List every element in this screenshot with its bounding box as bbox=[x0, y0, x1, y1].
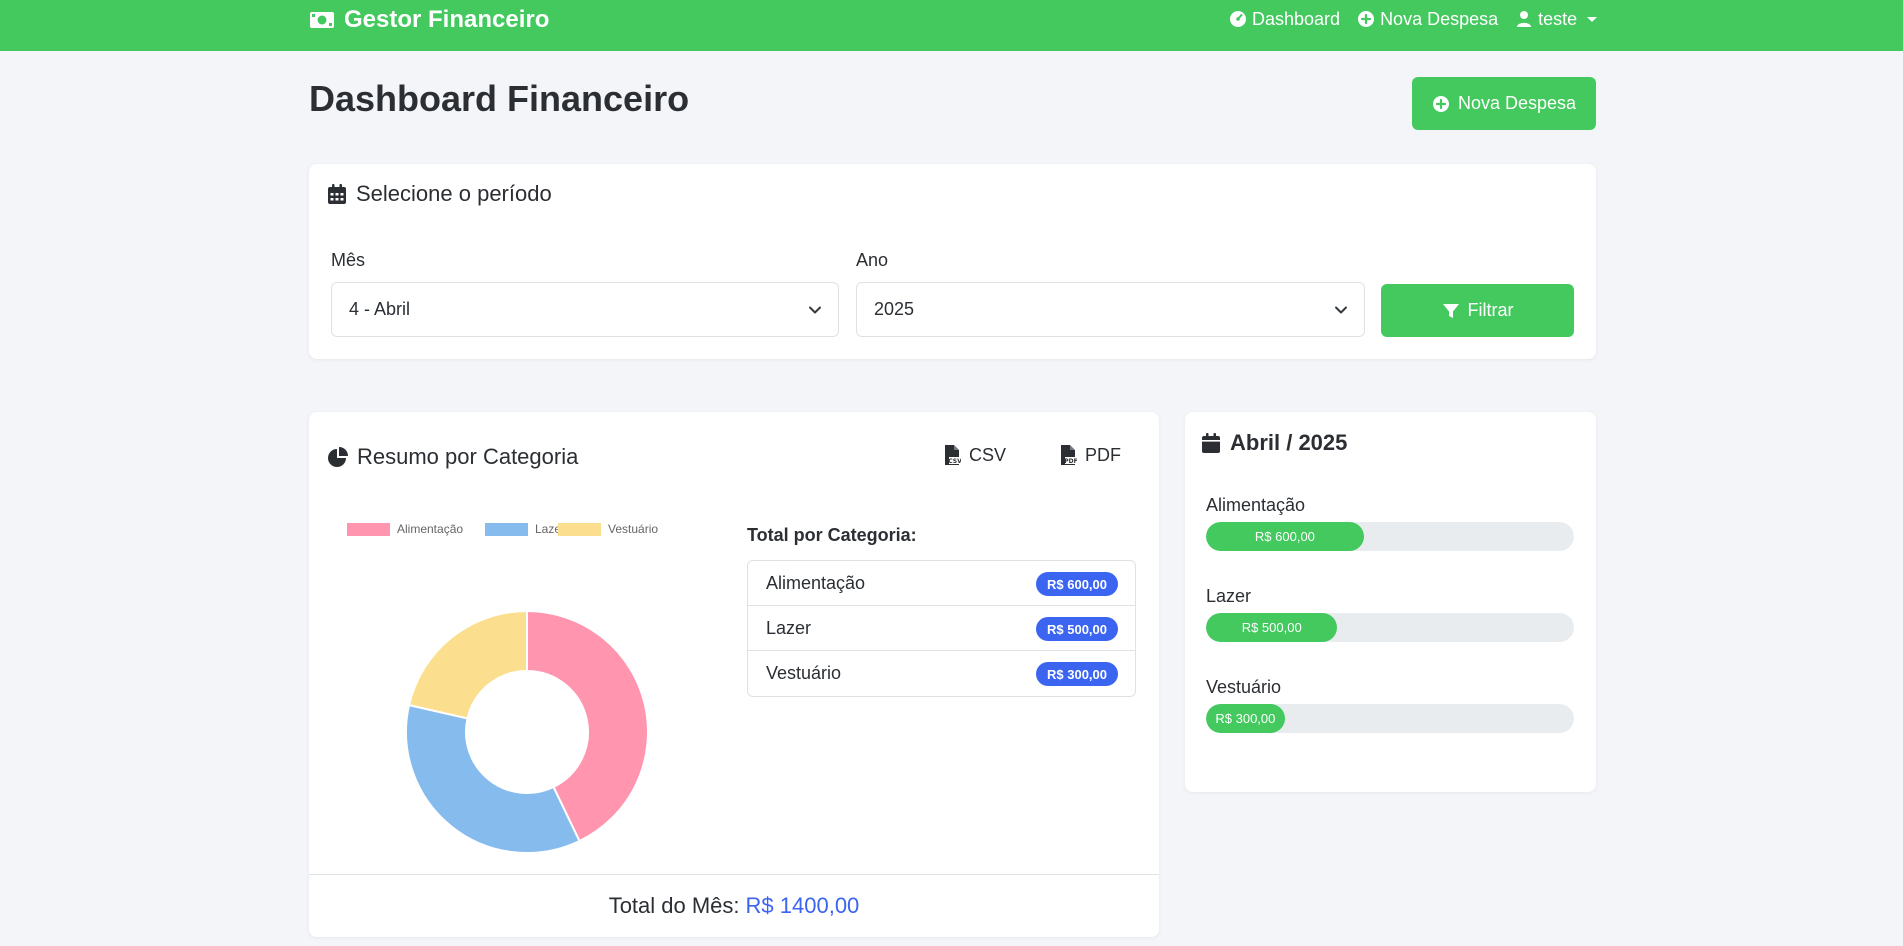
pie-chart-icon bbox=[328, 447, 348, 467]
brand[interactable]: Gestor Financeiro bbox=[309, 4, 549, 36]
legend-label: Alimentação bbox=[397, 522, 464, 536]
list-item-badge: R$ 600,00 bbox=[1036, 572, 1118, 596]
category-name: Alimentação bbox=[1206, 495, 1306, 515]
nav-dashboard-label: Dashboard bbox=[1252, 8, 1341, 29]
chevron-down-icon bbox=[1335, 306, 1347, 314]
list-item-name: Alimentação bbox=[766, 572, 866, 593]
new-expense-button[interactable]: Nova Despesa bbox=[1412, 77, 1596, 130]
svg-text:CSV: CSV bbox=[948, 458, 961, 465]
filter-button-label: Filtrar bbox=[1467, 300, 1514, 320]
donut-slice-3[interactable] bbox=[407, 609, 528, 720]
calendar-icon bbox=[328, 184, 346, 204]
month-summary-header: Abril / 2025 bbox=[1200, 430, 1347, 456]
year-label: Ano bbox=[856, 250, 889, 270]
export-pdf-button[interactable]: PDF PDF bbox=[1059, 444, 1121, 466]
summary-card-title: Resumo por Categoria bbox=[357, 444, 579, 469]
chart-legend: Alimentação Lazer Vestuário bbox=[339, 522, 709, 542]
total-value: R$ 1400,00 bbox=[745, 893, 860, 918]
csv-file-icon: CSV bbox=[945, 445, 961, 465]
progress-fill: R$ 600,00 bbox=[1206, 522, 1364, 551]
filter-button[interactable]: Filtrar bbox=[1381, 284, 1574, 337]
period-card: Selecione o período Mês 4 - Abril Ano 20… bbox=[309, 164, 1596, 359]
month-label: Mês bbox=[331, 250, 366, 270]
period-card-header: Selecione o período bbox=[326, 181, 552, 207]
month-summary-card: Abril / 2025 Alimentação R$ 600,00 Lazer… bbox=[1185, 412, 1596, 792]
list-item-badge: R$ 500,00 bbox=[1036, 617, 1118, 641]
top-navbar: Gestor Financeiro Dashboard Nova Despesa… bbox=[0, 0, 1903, 51]
legend-item[interactable]: Lazer bbox=[485, 522, 565, 536]
legend-item[interactable]: Alimentação bbox=[347, 522, 463, 536]
category-progress-row: Alimentação R$ 600,00 bbox=[1206, 495, 1574, 551]
user-icon bbox=[1517, 11, 1532, 27]
filter-icon bbox=[1442, 303, 1459, 318]
progress-bar: R$ 500,00 bbox=[1206, 613, 1574, 642]
legend-label: Vestuário bbox=[608, 522, 659, 536]
summary-card-footer: Total do Mês: R$ 1400,00 bbox=[309, 874, 1159, 937]
nav-new-expense-label: Nova Despesa bbox=[1380, 8, 1499, 29]
donut-svg bbox=[405, 609, 649, 854]
category-progress-row: Lazer R$ 500,00 bbox=[1206, 586, 1574, 642]
gauge-icon bbox=[1230, 11, 1246, 27]
list-item: Alimentação R$ 600,00 bbox=[748, 561, 1135, 606]
svg-text:PDF: PDF bbox=[1064, 458, 1077, 465]
month-select[interactable]: 4 - Abril bbox=[331, 282, 839, 337]
category-list: Alimentação R$ 600,00 Lazer R$ 500,00 Ve… bbox=[747, 560, 1136, 697]
legend-swatch bbox=[347, 522, 390, 536]
nav-new-expense[interactable]: Nova Despesa bbox=[1357, 9, 1498, 30]
nav-dashboard[interactable]: Dashboard bbox=[1229, 9, 1340, 30]
list-item-name: Lazer bbox=[766, 617, 812, 638]
caret-down-icon bbox=[1587, 16, 1598, 22]
total-label: Total do Mês: bbox=[608, 893, 740, 918]
progress-bar: R$ 600,00 bbox=[1206, 522, 1574, 551]
export-pdf-label: PDF bbox=[1085, 444, 1121, 465]
period-card-title: Selecione o período bbox=[356, 181, 552, 206]
month-summary-title: Abril / 2025 bbox=[1230, 430, 1348, 455]
year-select[interactable]: 2025 bbox=[856, 282, 1365, 337]
list-item-badge: R$ 300,00 bbox=[1036, 662, 1118, 686]
brand-name: Gestor Financeiro bbox=[344, 6, 550, 33]
legend-swatch bbox=[558, 522, 601, 536]
donut-slice-2[interactable] bbox=[405, 703, 581, 854]
export-csv-button[interactable]: CSV CSV bbox=[943, 444, 1006, 466]
list-item: Lazer R$ 500,00 bbox=[748, 606, 1135, 651]
summary-card: Resumo por Categoria CSV CSV PDF PDF Ali… bbox=[309, 412, 1159, 937]
calendar-icon bbox=[1202, 433, 1220, 453]
category-list-title: Total por Categoria: bbox=[747, 525, 917, 545]
money-bill-icon bbox=[310, 12, 334, 28]
month-select-value: 4 - Abril bbox=[349, 299, 411, 319]
legend-swatch bbox=[485, 522, 528, 536]
category-progress-row: Vestuário R$ 300,00 bbox=[1206, 677, 1574, 733]
legend-item[interactable]: Vestuário bbox=[558, 522, 658, 536]
category-name: Lazer bbox=[1206, 586, 1252, 606]
progress-fill: R$ 500,00 bbox=[1206, 613, 1338, 642]
category-name: Vestuário bbox=[1206, 677, 1282, 697]
nav-links: Dashboard Nova Despesa teste bbox=[1229, 4, 1598, 34]
chevron-down-icon bbox=[809, 306, 821, 314]
plus-circle-icon bbox=[1432, 95, 1449, 112]
user-menu[interactable]: teste bbox=[1515, 8, 1598, 30]
pdf-file-icon: PDF bbox=[1061, 445, 1077, 465]
progress-fill: R$ 300,00 bbox=[1206, 704, 1285, 733]
summary-card-header: Resumo por Categoria bbox=[327, 444, 578, 470]
list-item: Vestuário R$ 300,00 bbox=[748, 651, 1135, 696]
export-csv-label: CSV bbox=[969, 444, 1007, 465]
page-title: Dashboard Financeiro bbox=[309, 78, 690, 119]
user-name: teste bbox=[1538, 8, 1578, 29]
new-expense-button-label: Nova Despesa bbox=[1457, 93, 1577, 113]
category-donut-chart: Alimentação Lazer Vestuário bbox=[339, 522, 709, 867]
plus-circle-icon bbox=[1358, 11, 1375, 27]
year-select-value: 2025 bbox=[874, 299, 915, 319]
progress-bar: R$ 300,00 bbox=[1206, 704, 1574, 733]
list-item-name: Vestuário bbox=[766, 663, 842, 683]
